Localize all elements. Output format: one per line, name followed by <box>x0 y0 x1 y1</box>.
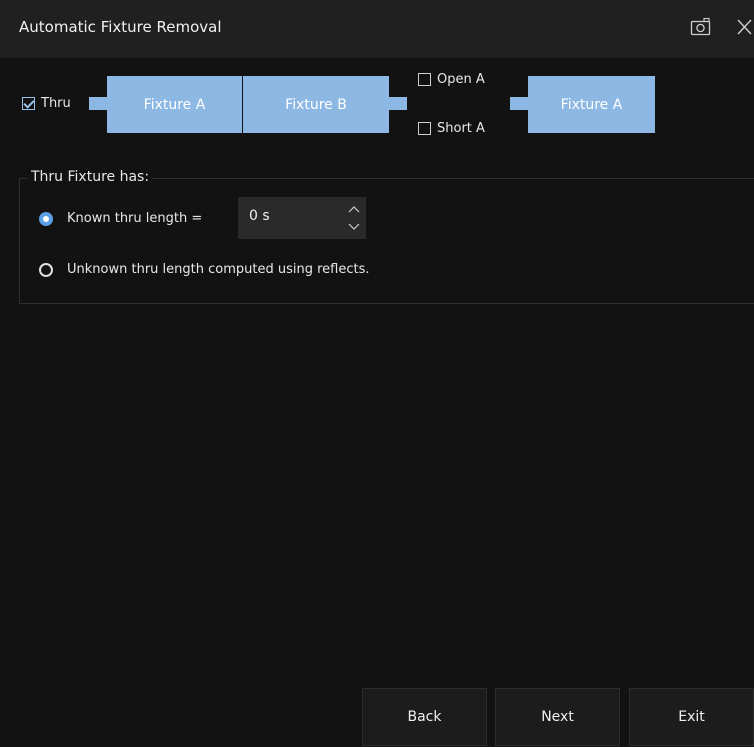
back-button-label: Back <box>407 709 442 725</box>
thru-connector <box>89 97 107 110</box>
fixture-b-box: Fixture B <box>243 76 389 133</box>
known-length-option[interactable]: Known thru length = <box>39 211 202 226</box>
camera-icon[interactable] <box>690 17 712 37</box>
unknown-length-radio[interactable] <box>39 262 53 277</box>
thru-label: Thru <box>41 96 71 111</box>
close-icon[interactable] <box>737 18 753 36</box>
fixture-b-label: Fixture B <box>285 96 347 113</box>
known-length-radio[interactable] <box>39 211 53 226</box>
fixture-a-left-label: Fixture A <box>143 96 206 113</box>
thru-checkbox-row[interactable]: Thru <box>22 96 71 111</box>
known-length-label: Known thru length = <box>67 211 203 226</box>
thru-length-value[interactable]: 0 s <box>249 208 270 224</box>
chevron-up-icon[interactable] <box>348 205 360 213</box>
next-button[interactable]: Next <box>495 688 620 746</box>
thru-fixture-group <box>19 178 754 304</box>
fixture-b-connector <box>389 97 407 110</box>
back-button[interactable]: Back <box>362 688 487 746</box>
open-label: Open A <box>437 72 485 87</box>
short-checkbox[interactable] <box>418 122 431 135</box>
dialog-content <box>0 58 754 747</box>
unknown-length-option[interactable]: Unknown thru length computed using refle… <box>39 262 369 277</box>
exit-button-label: Exit <box>678 709 705 725</box>
short-checkbox-row[interactable]: Short A <box>418 121 485 136</box>
window-title: Automatic Fixture Removal <box>19 18 222 36</box>
title-bar: Automatic Fixture Removal <box>0 0 754 58</box>
fixture-a-right-box: Fixture A <box>528 76 655 133</box>
thru-checkbox[interactable] <box>22 97 35 110</box>
short-label: Short A <box>437 121 485 136</box>
next-button-label: Next <box>541 709 574 725</box>
fixture-a-right-connector <box>510 97 528 110</box>
chevron-down-icon[interactable] <box>348 223 360 231</box>
thru-length-spinbox[interactable]: 0 s <box>238 197 366 239</box>
fixture-a-right-label: Fixture A <box>560 96 623 113</box>
unknown-length-label: Unknown thru length computed using refle… <box>67 262 370 277</box>
exit-button[interactable]: Exit <box>629 688 754 746</box>
open-checkbox-row[interactable]: Open A <box>418 72 485 87</box>
fixture-a-left-box: Fixture A <box>107 76 242 133</box>
thru-fixture-legend: Thru Fixture has: <box>28 169 153 185</box>
open-checkbox[interactable] <box>418 73 431 86</box>
